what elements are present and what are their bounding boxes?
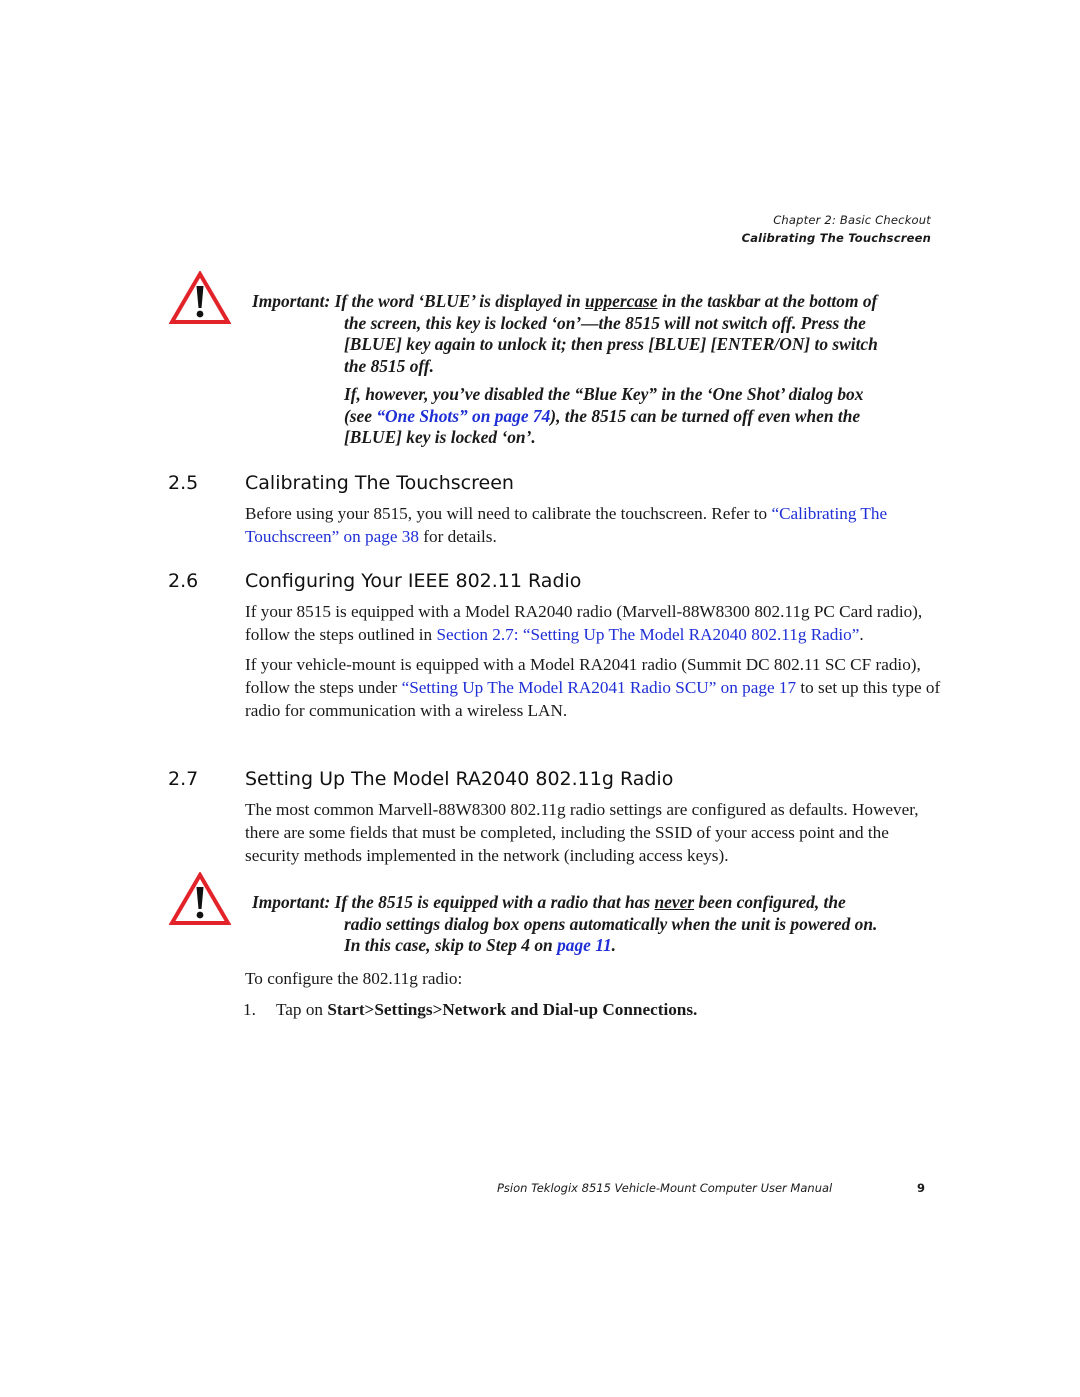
heading-2-6: 2.6 Configuring Your IEEE 802.11 Radio (168, 570, 581, 592)
emphasis-underline: never (654, 892, 695, 912)
heading-2-7: 2.7 Setting Up The Model RA2040 802.11g … (168, 768, 673, 790)
heading-title: Setting Up The Model RA2040 802.11g Radi… (245, 768, 674, 790)
step-number: 1. (243, 1000, 256, 1019)
warning-triangle-icon (168, 270, 232, 324)
heading-number: 2.6 (168, 570, 199, 592)
emphasis-underline: uppercase (585, 291, 658, 311)
page-number: 9 (916, 1181, 925, 1195)
section-title: Calibrating The Touchscreen (741, 231, 931, 245)
link-page-11[interactable]: page 11 (557, 935, 612, 955)
warning-triangle-icon (168, 871, 232, 925)
link-section-2-7[interactable]: Section 2.7: “Setting Up The Model RA204… (436, 625, 859, 644)
paragraph: If your 8515 is equipped with a Model RA… (245, 602, 923, 644)
running-header: Chapter 2: Basic Checkout Calibrating Th… (742, 211, 931, 247)
important-note-1: Important: If the word ‘BLUE’ is display… (252, 291, 878, 447)
heading-number: 2.5 (168, 472, 199, 494)
paragraph: If your vehicle-mount is equipped with a… (245, 655, 941, 720)
note-label: Important: (252, 291, 331, 311)
heading-title: Calibrating The Touchscreen (245, 472, 514, 494)
manual-title: Psion Teklogix 8515 Vehicle-Mount Comput… (497, 1181, 833, 1195)
menu-path: Start>Settings>Network and Dial-up Conne… (327, 1000, 698, 1019)
procedure-intro: To configure the 802.11g radio: (245, 969, 463, 988)
warning-icon-1 (168, 270, 232, 330)
warning-icon-2 (168, 871, 232, 931)
heading-number: 2.7 (168, 768, 199, 790)
note-label: Important: (252, 892, 331, 912)
procedure: To configure the 802.11g radio: 1. Tap o… (243, 967, 935, 1021)
heading-title: Configuring Your IEEE 802.11 Radio (245, 570, 582, 592)
chapter-title: Chapter 2: Basic Checkout (773, 213, 931, 227)
section-2-7-body: The most common Marvell-88W8300 802.11g … (245, 800, 919, 865)
procedure-step: 1. Tap on Start>Settings>Network and Dia… (243, 1000, 698, 1019)
page-footer: Psion Teklogix 8515 Vehicle-Mount Comput… (497, 1181, 925, 1195)
section-2-6-body: If your 8515 is equipped with a Model RA… (245, 600, 945, 722)
important-note-2: Important: If the 8515 is equipped with … (252, 892, 878, 955)
link-one-shots[interactable]: “One Shots” on page 74 (376, 406, 550, 426)
section-2-5-body: Before using your 8515, you will need to… (245, 504, 888, 546)
heading-2-5: 2.5 Calibrating The Touchscreen (168, 472, 514, 494)
link-ra2041-radio-scu[interactable]: “Setting Up The Model RA2041 Radio SCU” … (402, 678, 796, 697)
